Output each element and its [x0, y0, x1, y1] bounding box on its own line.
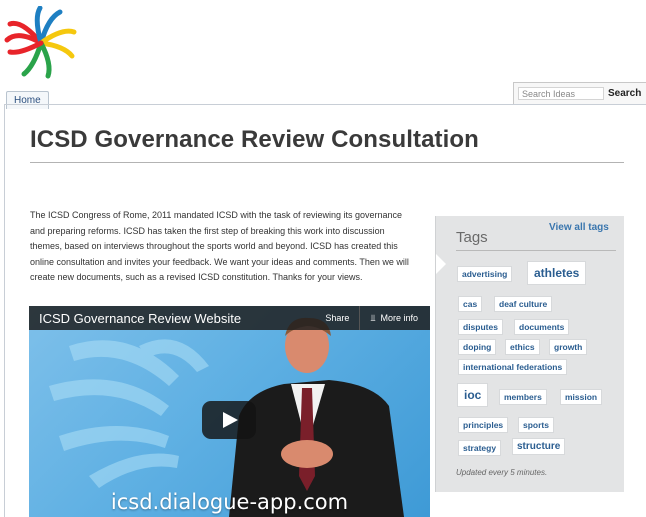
tags-panel: Tags View all tags advertising athletes … [435, 216, 624, 492]
video-title[interactable]: ICSD Governance Review Website [39, 311, 315, 326]
icsd-logo[interactable] [4, 6, 78, 80]
tag-sports[interactable]: sports [518, 417, 554, 433]
tag-structure[interactable]: structure [512, 438, 566, 455]
video-more-info-button[interactable]: ⫫ More info [360, 306, 430, 330]
tag-cas[interactable]: cas [458, 296, 483, 312]
tag-international-federations[interactable]: international federations [458, 359, 568, 375]
tag-documents[interactable]: documents [514, 319, 570, 335]
more-info-arrows-icon: ⫫ [370, 313, 376, 323]
search-button[interactable]: Search [608, 88, 641, 99]
tag-growth[interactable]: growth [549, 339, 588, 355]
video-player[interactable]: ICSD Governance Review Website Share ⫫ Mo… [29, 306, 430, 517]
tag-deaf-culture[interactable]: deaf culture [494, 296, 553, 312]
page-title: ICSD Governance Review Consultation [30, 126, 479, 153]
intro-text: The ICSD Congress of Rome, 2011 mandated… [30, 210, 409, 282]
tag-principles[interactable]: principles [458, 417, 509, 433]
tags-panel-notch [436, 254, 446, 274]
tag-ioc[interactable]: ioc [457, 383, 489, 407]
tag-members[interactable]: members [499, 389, 547, 405]
tag-strategy[interactable]: strategy [458, 440, 502, 456]
tag-ethics[interactable]: ethics [505, 339, 540, 355]
video-share-button[interactable]: Share [315, 306, 361, 330]
tag-advertising[interactable]: advertising [457, 266, 513, 282]
title-divider [30, 162, 624, 163]
tag-disputes[interactable]: disputes [458, 319, 503, 335]
video-title-bar: ICSD Governance Review Website Share ⫫ Mo… [29, 306, 430, 330]
tag-mission[interactable]: mission [560, 389, 603, 405]
tags-heading: Tags [456, 229, 488, 246]
search-bar: Search [513, 82, 646, 105]
search-input[interactable] [518, 87, 604, 100]
tags-divider [456, 250, 616, 251]
video-more-info-label: More info [380, 313, 418, 323]
tag-doping[interactable]: doping [458, 339, 497, 355]
play-icon[interactable] [202, 401, 256, 439]
tags-updated-note: Updated every 5 minutes. [456, 468, 548, 477]
tag-athletes[interactable]: athletes [527, 261, 587, 285]
view-all-tags-link[interactable]: View all tags [549, 222, 609, 233]
video-overlay-url: icsd.dialogue-app.com [110, 490, 349, 514]
